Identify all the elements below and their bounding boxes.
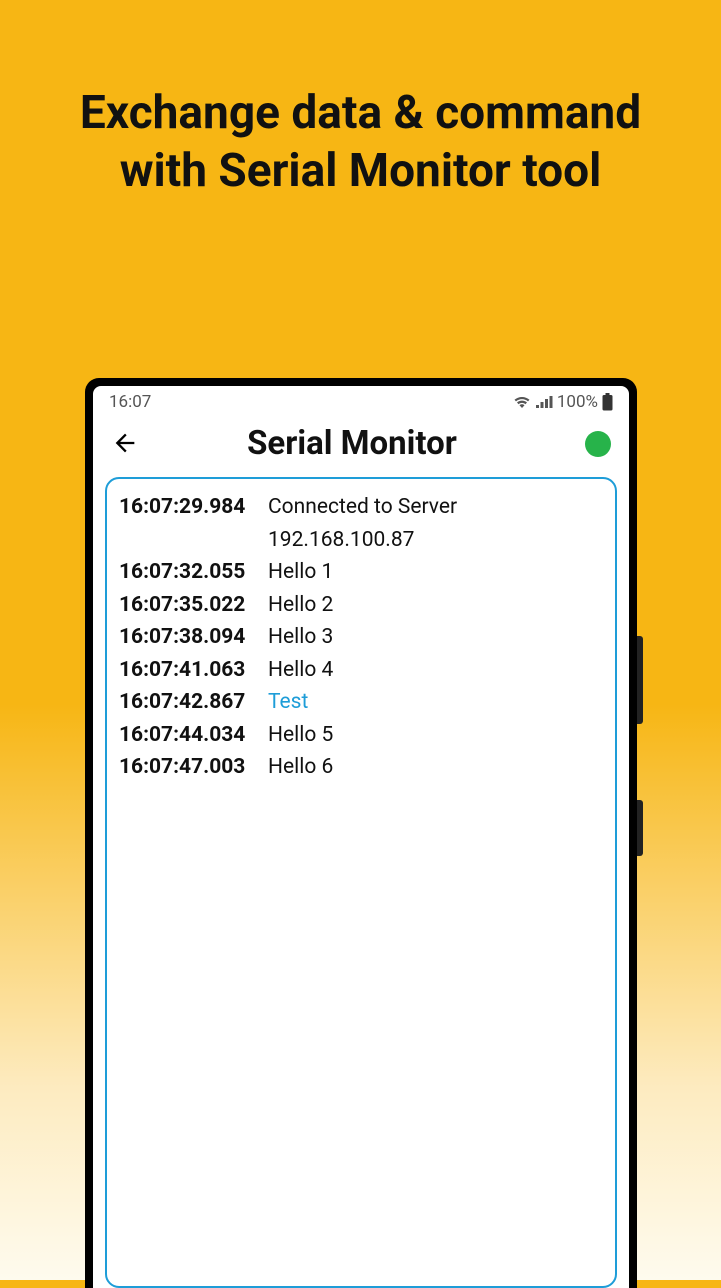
status-right: 100% [513,392,613,412]
serial-monitor-output[interactable]: 16:07:29.984Connected to Server 192.168.… [105,477,617,1288]
log-timestamp: 16:07:38.094 [119,621,264,654]
log-row: 16:07:38.094Hello 3 [119,621,603,654]
log-message: Connected to Server 192.168.100.87 [264,491,603,556]
phone-side-button [637,636,643,724]
log-timestamp: 16:07:42.867 [119,686,264,719]
promo-heading: Exchange data & command with Serial Moni… [0,0,721,200]
phone-screen: 16:07 100% Serial Monitor 16:07:29 [93,386,629,1288]
log-row: 16:07:35.022Hello 2 [119,589,603,622]
log-timestamp: 16:07:41.063 [119,654,264,687]
log-row: 16:07:42.867Test [119,686,603,719]
battery-percent: 100% [557,392,598,412]
log-row: 16:07:32.055Hello 1 [119,556,603,589]
battery-icon [602,393,613,411]
status-time: 16:07 [109,392,151,412]
log-row: 16:07:47.003Hello 6 [119,751,603,784]
phone-side-button [637,800,643,856]
status-bar: 16:07 100% [93,386,629,414]
log-message: Hello 5 [264,719,603,752]
log-message: Hello 3 [264,621,603,654]
log-message: Hello 1 [264,556,603,589]
log-timestamp: 16:07:35.022 [119,589,264,622]
log-row: 16:07:29.984Connected to Server 192.168.… [119,491,603,556]
log-timestamp: 16:07:29.984 [119,491,264,524]
log-row: 16:07:44.034Hello 5 [119,719,603,752]
page-title: Serial Monitor [119,424,585,463]
log-timestamp: 16:07:44.034 [119,719,264,752]
log-message: Hello 4 [264,654,603,687]
app-bar: Serial Monitor [93,414,629,477]
connection-status-indicator [585,431,611,457]
signal-icon [535,395,553,409]
log-message: Hello 6 [264,751,603,784]
phone-frame: 16:07 100% Serial Monitor 16:07:29 [85,378,637,1288]
log-message: Test [264,686,603,719]
log-message: Hello 2 [264,589,603,622]
log-timestamp: 16:07:32.055 [119,556,264,589]
log-timestamp: 16:07:47.003 [119,751,264,784]
wifi-icon [513,395,531,409]
log-row: 16:07:41.063Hello 4 [119,654,603,687]
